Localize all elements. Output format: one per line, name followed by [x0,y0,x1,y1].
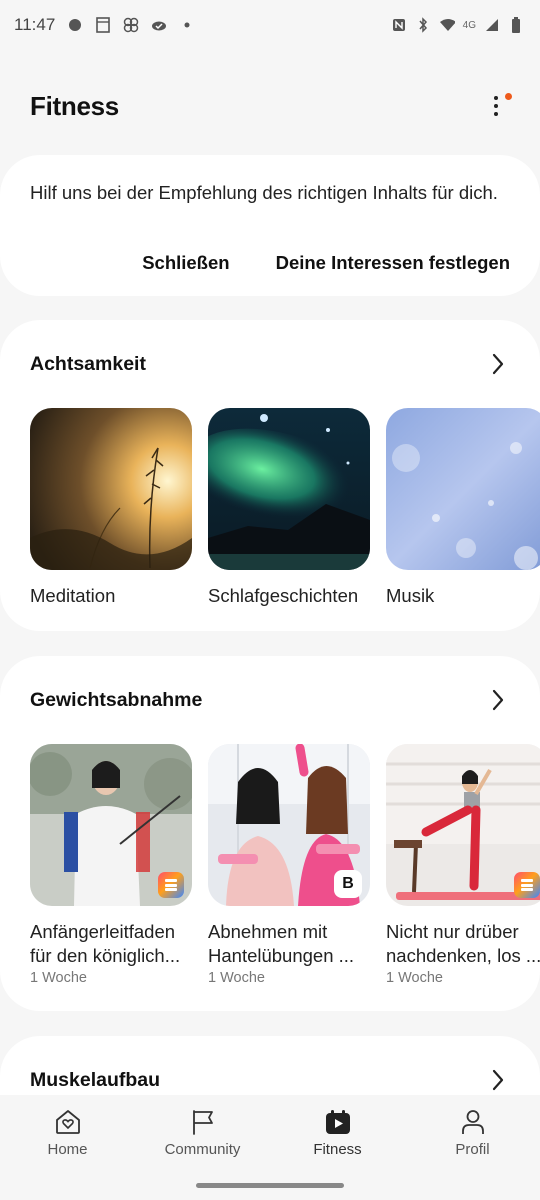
brand-logo-icon [158,872,184,898]
chevron-right-icon[interactable] [486,352,510,376]
more-vertical-icon-dot [494,104,498,108]
dot-icon [179,17,195,33]
wifi-icon [439,17,455,33]
tile-duration: 1 Woche [30,970,87,986]
tile-title: Meditation [30,585,116,606]
more-vertical-icon-dot [494,112,498,116]
play-calendar-icon [323,1107,353,1137]
tile-sleep-stories[interactable]: Schlafgeschichten [208,408,370,608]
status-bar: 11:47 4G [0,0,540,50]
pinwheel-icon [123,17,139,33]
tile-title: Abnehmen mit Hantelübungen ... [208,921,355,966]
recommendation-card: Hilf uns bei der Empfehlung des richtige… [0,155,540,296]
app-notification-icon [67,17,83,33]
chevron-right-icon[interactable] [486,1068,510,1092]
channel-logo-icon: B [334,870,362,898]
section-title: Achtsamkeit [30,352,146,375]
chevron-right-icon[interactable] [486,688,510,712]
meditation-thumbnail [30,408,192,570]
tile-music[interactable]: Musik [386,408,540,608]
more-options-button[interactable] [482,86,512,126]
tile-title: Musik [386,585,435,606]
tile-title: Schlafgeschichten [208,585,359,606]
document-icon [95,17,111,33]
music-thumbnail [386,408,540,570]
nfc-icon [391,17,407,33]
tile-duration: 1 Woche [208,970,265,986]
signal-icon [484,17,500,33]
tile-duration: 1 Woche [386,970,443,986]
section-title: Gewichtsabnahme [30,688,203,711]
section-mindfulness: Achtsamkeit Meditation Schlafgeschichten… [0,320,540,631]
section-weight-loss: Gewichtsabnahme Anfängerleitfaden für de… [0,656,540,1011]
page-title: Fitness [30,90,119,121]
gesture-bar[interactable] [196,1183,344,1188]
flag-icon [188,1107,218,1137]
more-vertical-icon [494,96,498,100]
nav-label: Community [164,1141,241,1158]
workout-thumbnail [386,744,540,906]
nav-label: Home [47,1141,88,1158]
cloud-check-icon [151,17,167,33]
app-header: Fitness [0,80,540,132]
aurora-thumbnail [208,408,370,570]
set-interests-button[interactable]: Deine Interessen festlegen [276,252,510,274]
battery-icon [508,17,524,33]
tile-title: Nicht nur drüber nachdenken, los ... [386,921,540,966]
tile-kickboxing[interactable]: Nicht nur drüber nachdenken, los ... 1 W… [386,744,540,986]
person-icon [458,1107,488,1137]
nav-home[interactable]: Home [0,1095,135,1200]
network-type: 4G [462,19,476,31]
bluetooth-icon [415,17,431,33]
home-heart-icon [53,1107,83,1137]
nav-profile[interactable]: Profil [405,1095,540,1200]
tile-dumbbell-workout[interactable]: B Abnehmen mit Hantelübungen ... 1 Woche [208,744,370,986]
brand-logo-icon [514,872,540,898]
fencing-thumbnail [30,744,192,906]
tile-fencing-guide[interactable]: Anfängerleitfaden für den königlich... 1… [30,744,192,986]
status-time: 11:47 [14,15,56,34]
section-title: Muskelaufbau [30,1068,161,1091]
nav-label: Fitness [313,1141,362,1158]
notification-dot [505,93,512,100]
tile-title: Anfängerleitfaden für den königlich... [30,921,181,966]
dumbbell-thumbnail: B [208,744,370,906]
close-button[interactable]: Schließen [142,252,229,274]
nav-label: Profil [455,1141,490,1158]
recommendation-text: Hilf uns bei der Empfehlung des richtige… [30,182,498,203]
tile-meditation[interactable]: Meditation [30,408,192,608]
